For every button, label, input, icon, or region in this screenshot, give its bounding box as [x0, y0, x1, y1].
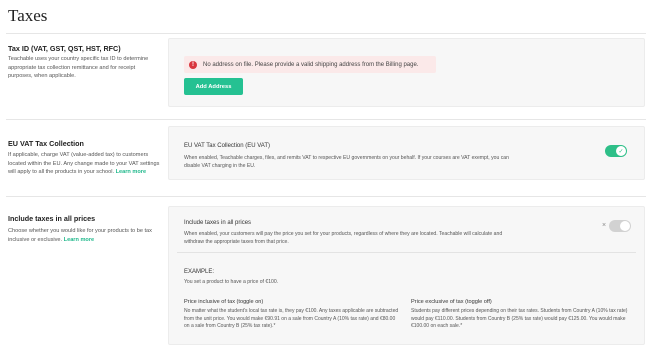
example-label: EXAMPLE: — [184, 269, 215, 275]
tax-id-card: ! No address on file. Please provide a v… — [168, 38, 645, 107]
include-taxes-toggle[interactable]: × — [602, 220, 631, 232]
eu-vat-toggle[interactable]: ✓ — [605, 145, 627, 157]
include-taxes-learn-more-link[interactable]: Learn more — [64, 237, 94, 243]
include-taxes-card-title: Include taxes in all prices — [184, 220, 252, 226]
close-icon: × — [602, 222, 607, 229]
divider — [6, 196, 646, 197]
eu-vat-description: If applicable, charge VAT (value-added t… — [8, 151, 160, 177]
tax-id-description: Teachable uses your country specific tax… — [8, 56, 149, 80]
include-taxes-card: Include taxes in all prices When enabled… — [168, 206, 645, 345]
page-title: Taxes — [8, 6, 48, 25]
no-address-alert: ! No address on file. Please provide a v… — [184, 56, 436, 73]
eu-vat-learn-more-link[interactable]: Learn more — [116, 169, 146, 175]
inner-divider — [177, 252, 636, 253]
tax-id-title: Tax ID (VAT, GST, QST, HST, RFC) — [8, 44, 121, 53]
alert-text: No address on file. Please provide a val… — [203, 61, 419, 68]
include-taxes-description: Choose whether you would like for your p… — [8, 227, 160, 244]
eu-vat-card: EU VAT Tax Collection (EU VAT) When enab… — [168, 126, 645, 180]
add-address-button[interactable]: Add Address — [184, 78, 243, 95]
eu-vat-title: EU VAT Tax Collection — [8, 139, 84, 148]
eu-vat-card-title: EU VAT Tax Collection (EU VAT) — [184, 143, 271, 149]
example-text: You set a product to have a price of €10… — [184, 279, 279, 285]
inclusive-text: No matter what the student's local tax r… — [184, 308, 399, 330]
toggle-knob — [620, 221, 630, 231]
divider — [6, 33, 646, 34]
eu-vat-card-text: When enabled, Teachable charges, files, … — [184, 155, 509, 169]
exclusive-text: Students pay different prices depending … — [411, 308, 628, 330]
check-icon: ✓ — [616, 146, 626, 156]
error-icon: ! — [189, 60, 197, 69]
include-taxes-card-text: When enabled, your customers will pay th… — [184, 231, 503, 245]
exclusive-title: Price exclusive of tax (toggle off) — [411, 299, 492, 305]
divider — [6, 119, 646, 120]
inclusive-title: Price inclusive of tax (toggle on) — [184, 299, 264, 305]
include-taxes-title: Include taxes in all prices — [8, 214, 96, 223]
